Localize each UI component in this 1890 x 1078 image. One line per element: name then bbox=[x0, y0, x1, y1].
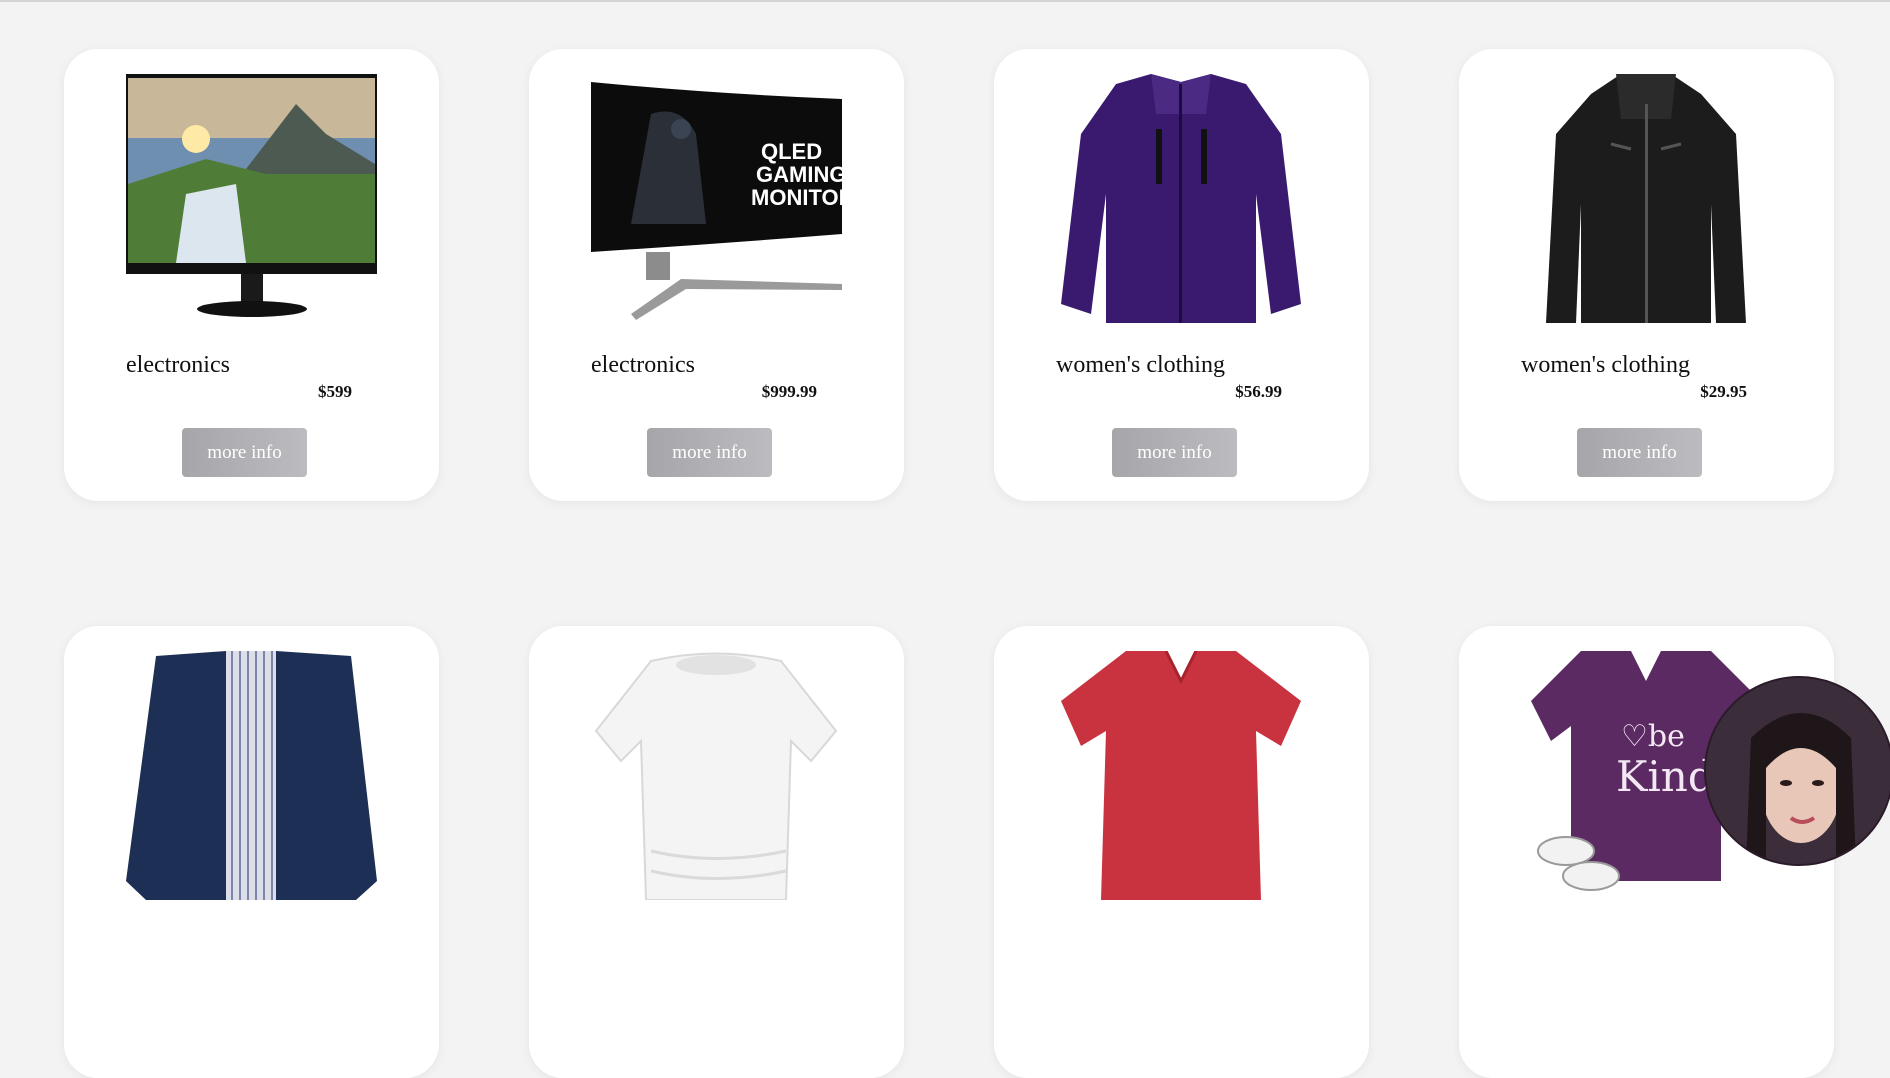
user-webcam-avatar-icon[interactable] bbox=[1704, 676, 1890, 866]
shirt-text-kind: Kind bbox=[1616, 752, 1715, 801]
red-tshirt-icon[interactable] bbox=[1056, 651, 1307, 900]
product-category: electronics bbox=[126, 352, 230, 378]
monitor-text-qled: QLED bbox=[761, 139, 822, 164]
product-card bbox=[994, 626, 1369, 1078]
monitor-text-monitor: MONITOR bbox=[751, 185, 842, 210]
product-price: $599 bbox=[318, 382, 352, 401]
product-grid: electronics $599 more info QLED GAMING M… bbox=[64, 49, 1834, 1078]
more-info-button[interactable]: more info bbox=[1577, 428, 1702, 477]
product-price: $29.95 bbox=[1700, 382, 1747, 401]
more-info-button[interactable]: more info bbox=[182, 428, 307, 477]
product-card: women's clothing $56.99 more info bbox=[994, 49, 1369, 501]
shirt-text-be: ♡be bbox=[1621, 719, 1685, 754]
curved-gaming-monitor-icon[interactable]: QLED GAMING MONITOR bbox=[591, 74, 842, 323]
product-card bbox=[64, 626, 439, 1078]
product-price: $999.99 bbox=[761, 382, 817, 401]
product-card: QLED GAMING MONITOR electronics $999.99 … bbox=[529, 49, 904, 501]
more-info-button[interactable]: more info bbox=[647, 428, 772, 477]
product-category: women's clothing bbox=[1056, 352, 1225, 378]
purple-jacket-icon[interactable] bbox=[1056, 74, 1307, 323]
white-top-icon[interactable] bbox=[591, 651, 842, 900]
black-leather-jacket-icon[interactable] bbox=[1521, 74, 1772, 323]
product-category: electronics bbox=[591, 352, 695, 378]
product-category: women's clothing bbox=[1521, 352, 1690, 378]
product-card: women's clothing $29.95 more info bbox=[1459, 49, 1834, 501]
product-card: electronics $599 more info bbox=[64, 49, 439, 501]
product-card bbox=[529, 626, 904, 1078]
more-info-button[interactable]: more info bbox=[1112, 428, 1237, 477]
navy-rain-jacket-icon[interactable] bbox=[126, 651, 377, 900]
product-price: $56.99 bbox=[1235, 382, 1282, 401]
top-border bbox=[0, 0, 1890, 2]
monitor-landscape-icon[interactable] bbox=[126, 74, 377, 323]
monitor-text-gaming: GAMING bbox=[756, 162, 842, 187]
